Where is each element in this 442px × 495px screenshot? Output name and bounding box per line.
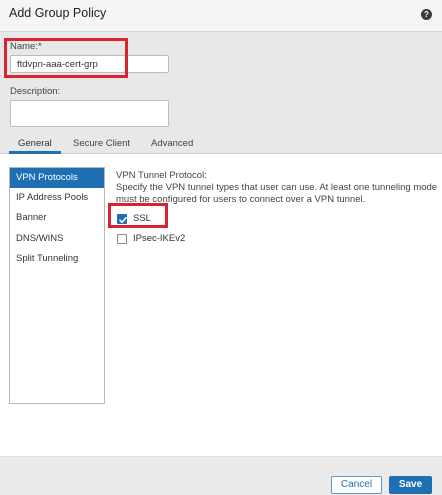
tab-advanced[interactable]: Advanced [151, 138, 193, 149]
highlight-box-name [4, 38, 128, 78]
nav-item-dns-wins[interactable]: DNS/WINS [10, 229, 104, 249]
nav-item-vpn-protocols[interactable]: VPN Protocols [10, 168, 104, 188]
nav-item-ip-address-pools[interactable]: IP Address Pools [10, 188, 104, 208]
policy-nav-list: VPN Protocols IP Address Pools Banner DN… [9, 167, 105, 404]
help-icon[interactable]: ? [421, 9, 432, 20]
nav-item-split-tunneling[interactable]: Split Tunneling [10, 249, 104, 269]
description-label: Description: [10, 86, 61, 97]
vpn-tunnel-protocol-title: VPN Tunnel Protocol: [116, 170, 207, 181]
highlight-box-ssl [108, 203, 168, 228]
save-button[interactable]: Save [389, 476, 432, 494]
description-input[interactable] [10, 100, 169, 127]
dialog-header: Add Group Policy ? [0, 0, 442, 32]
dialog-title: Add Group Policy [9, 6, 107, 20]
nav-item-banner[interactable]: Banner [10, 208, 104, 228]
ipsec-ikev2-checkbox[interactable] [117, 234, 127, 244]
ipsec-ikev2-label: IPsec-IKEv2 [133, 233, 186, 244]
tab-general[interactable]: General [18, 138, 52, 149]
tab-secure-client[interactable]: Secure Client [73, 138, 130, 149]
cancel-button[interactable]: Cancel [331, 476, 382, 494]
